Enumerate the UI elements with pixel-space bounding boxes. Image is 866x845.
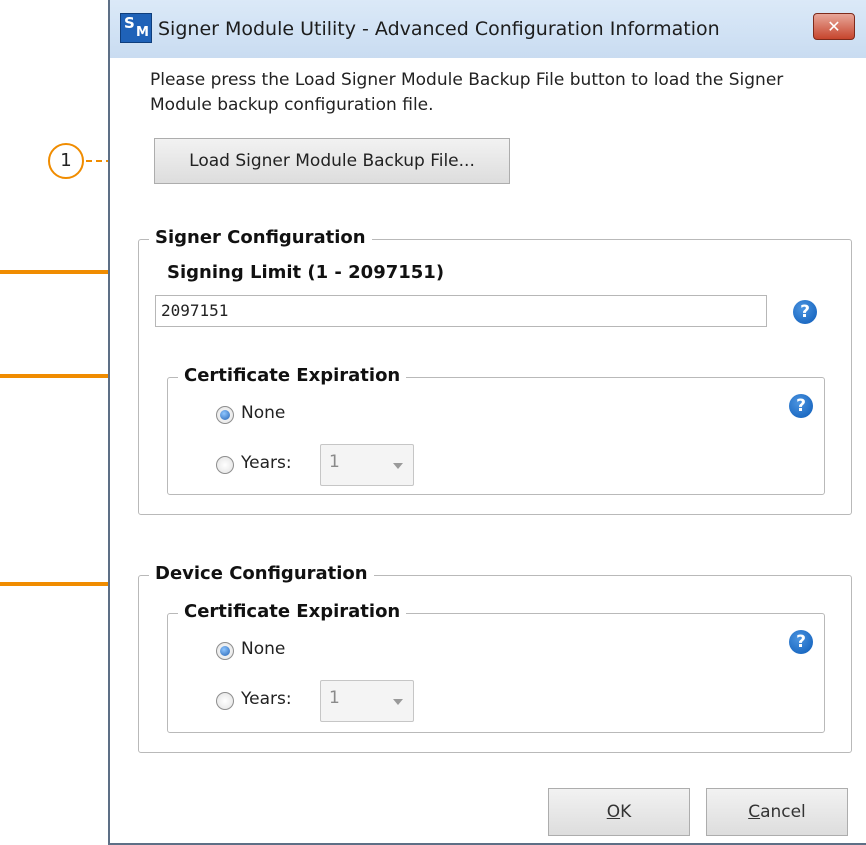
load-backup-file-button[interactable]: Load Signer Module Backup File... (154, 138, 510, 184)
radio-checked-icon[interactable] (216, 642, 234, 660)
title-bar[interactable]: S M Signer Module Utility - Advanced Con… (110, 0, 866, 58)
instructions-text: Please press the Load Signer Module Back… (150, 70, 784, 115)
device-configuration-title: Device Configuration (149, 563, 374, 584)
signing-limit-help-icon[interactable]: ? (793, 300, 817, 324)
device-configuration-group: Device Configuration Certificate Expirat… (138, 563, 852, 753)
device-radio-none-label: None (241, 639, 286, 659)
signer-radio-none-label: None (241, 403, 286, 423)
signer-cert-expiration-title: Certificate Expiration (178, 365, 407, 386)
device-cert-expiration-title: Certificate Expiration (178, 601, 407, 622)
device-cert-expiration-help-icon[interactable]: ? (789, 630, 813, 654)
signing-limit-input[interactable]: 2097151 (155, 295, 767, 327)
ok-mnemonic: O (606, 802, 621, 822)
device-radio-years-label: Years: (241, 689, 292, 709)
app-icon-letter-s: S (124, 14, 135, 32)
dialog-content: Please press the Load Signer Module Back… (110, 58, 866, 843)
signing-limit-label: Signing Limit (1 - 2097151) (167, 262, 445, 283)
device-years-value: 1 (329, 688, 340, 708)
signer-years-value: 1 (329, 452, 340, 472)
radio-checked-icon[interactable] (216, 406, 234, 424)
dropdown-arrow-icon (393, 699, 403, 705)
close-icon: ✕ (827, 17, 841, 36)
close-button[interactable]: ✕ (813, 13, 855, 40)
device-cert-expiration-group: Certificate Expiration ? None Years: 1 (167, 601, 825, 733)
callout-1: 1 (48, 143, 84, 179)
signer-cert-expiration-help-icon[interactable]: ? (789, 394, 813, 418)
signer-cert-expiration-group: Certificate Expiration ? None Years: 1 (167, 365, 825, 495)
signer-configuration-title: Signer Configuration (149, 227, 372, 248)
window-title: Signer Module Utility - Advanced Configu… (158, 18, 720, 40)
cancel-button[interactable]: Cancel (706, 788, 848, 836)
cancel-label-rest: ancel (760, 802, 806, 822)
dropdown-arrow-icon (393, 463, 403, 469)
signer-radio-years-label: Years: (241, 453, 292, 473)
device-years-dropdown[interactable]: 1 (320, 680, 414, 722)
dialog-window: S M Signer Module Utility - Advanced Con… (108, 0, 866, 845)
signer-configuration-group: Signer Configuration Signing Limit (1 - … (138, 227, 852, 515)
cancel-mnemonic: C (748, 802, 761, 822)
radio-unchecked-icon[interactable] (216, 456, 234, 474)
ok-button[interactable]: OK (548, 788, 690, 836)
signer-years-dropdown[interactable]: 1 (320, 444, 414, 486)
app-icon-letter-m: M (136, 25, 149, 40)
ok-label-rest: K (620, 802, 632, 822)
radio-unchecked-icon[interactable] (216, 692, 234, 710)
app-icon[interactable]: S M (120, 13, 152, 43)
